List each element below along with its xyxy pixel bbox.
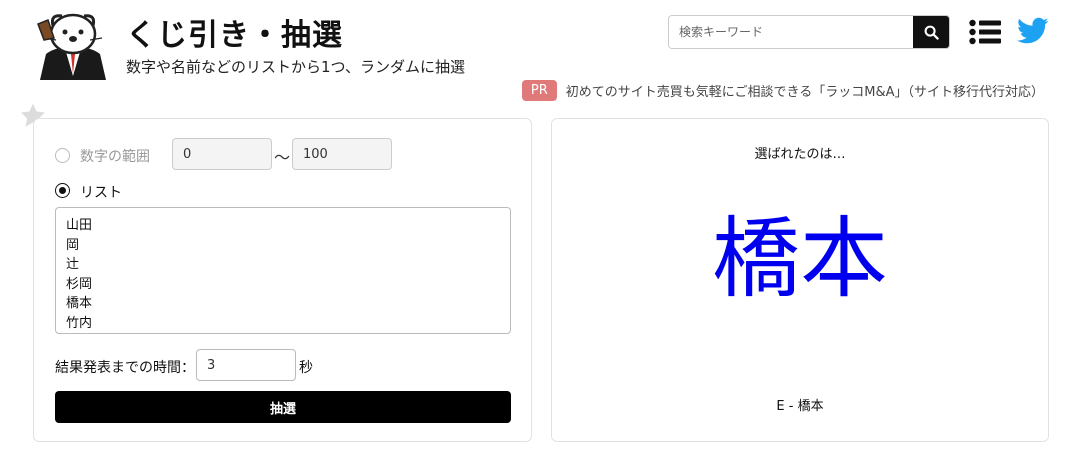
list-textarea[interactable]: 山田 岡 辻 杉岡 橋本 竹内 xyxy=(55,207,511,334)
search-form xyxy=(668,15,950,49)
draw-button[interactable]: 抽選 xyxy=(55,391,511,423)
result-caption: 選ばれたのは… xyxy=(754,147,846,162)
time-label: 結果発表までの時間： xyxy=(55,360,195,376)
twitter-icon[interactable] xyxy=(1017,17,1049,45)
time-input[interactable] xyxy=(196,349,296,381)
pr-badge: PR xyxy=(521,80,557,101)
otter-mascot-logo xyxy=(37,13,106,80)
list-menu-icon[interactable] xyxy=(969,19,1001,45)
search-icon xyxy=(924,25,939,40)
time-unit: 秒 xyxy=(299,360,313,376)
range-mode-label: 数字の範囲 xyxy=(80,149,150,165)
pr-ad-link[interactable]: 初めてのサイト売買も気軽にご相談できる「ラッコM&A」（サイト移行代行対応） xyxy=(566,81,1044,100)
list-item: 岡 xyxy=(66,237,80,253)
result-panel: 選ばれたのは… 橋本 E - 橋本 xyxy=(551,118,1049,442)
range-tilde: 〜 xyxy=(274,148,291,167)
result-name: 橋本 xyxy=(711,207,888,310)
list-item: 山田 xyxy=(66,218,93,233)
list-mode-label: リスト xyxy=(80,185,122,201)
range-from-input[interactable] xyxy=(172,138,272,170)
list-item: 辻 xyxy=(66,257,80,272)
list-mode-radio[interactable] xyxy=(55,183,70,198)
range-to-input[interactable] xyxy=(292,138,392,170)
pr-ad-row: PR 初めてのサイト売買も気軽にご相談できる「ラッコM&A」（サイト移行代行対応… xyxy=(521,80,1044,101)
range-mode-radio[interactable] xyxy=(55,148,70,163)
result-detail: E - 橋本 xyxy=(776,399,824,414)
lottery-form-panel: 数字の範囲 〜 リスト 山田 岡 辻 杉岡 橋本 竹内 結果発表までの時間： 秒… xyxy=(33,118,532,442)
list-item: 杉岡 xyxy=(66,276,93,292)
search-button[interactable] xyxy=(913,16,949,48)
page-subtitle: 数字や名前などのリストから1つ、ランダムに抽選 xyxy=(126,58,465,76)
page-title: くじ引き・抽選 xyxy=(126,18,343,53)
search-input[interactable] xyxy=(669,16,913,48)
list-item: 橋本 xyxy=(66,296,93,311)
list-item: 竹内 xyxy=(66,315,93,331)
